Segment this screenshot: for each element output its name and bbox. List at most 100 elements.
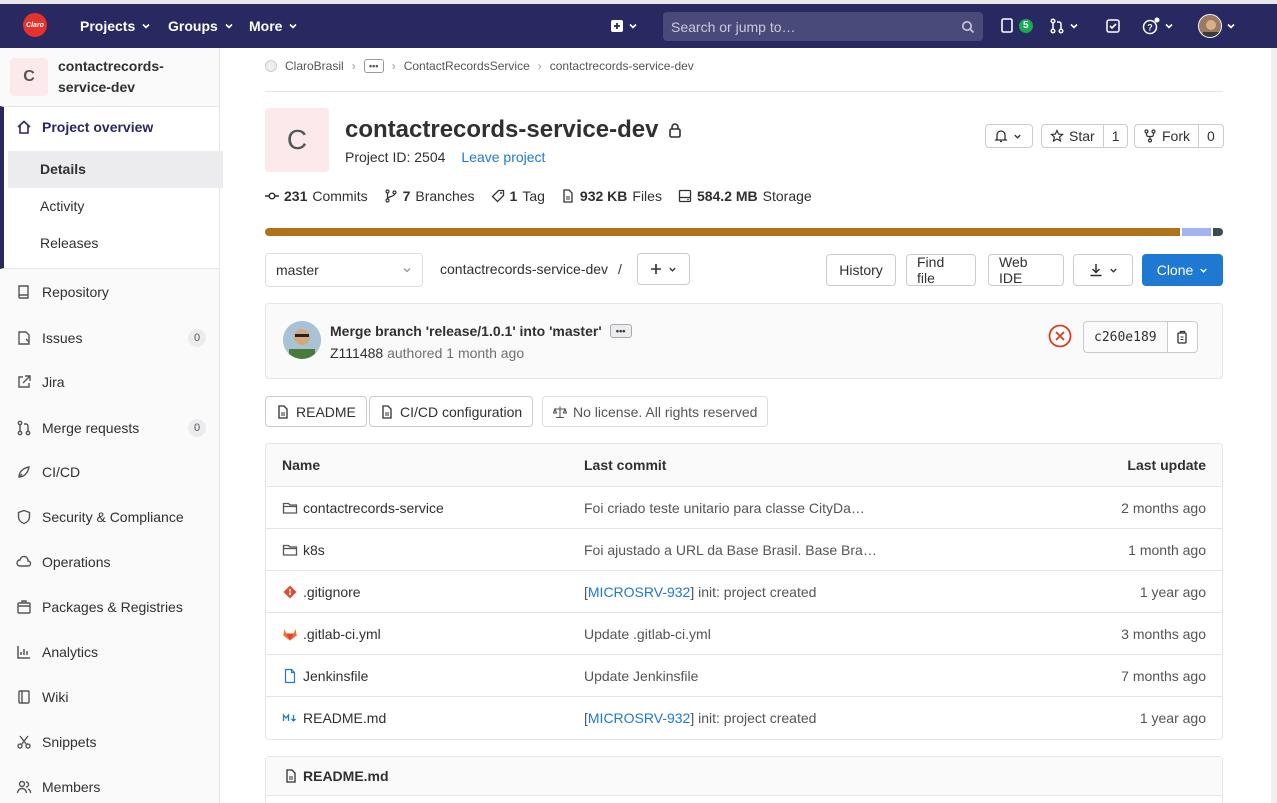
breadcrumb-subgroup[interactable]: ContactRecordsService (404, 59, 530, 73)
help-menu[interactable]: ? (1142, 4, 1174, 48)
todos-nav-button[interactable] (1106, 4, 1120, 48)
commit-author-avatar[interactable] (283, 321, 321, 359)
sidebar-item-analytics[interactable]: Analytics (16, 644, 206, 660)
breadcrumb-group[interactable]: ClaroBrasil (285, 59, 344, 73)
sidebar-item-jira[interactable]: Jira (16, 374, 206, 390)
file-name-link[interactable]: README.md (303, 710, 386, 726)
commit-issue-link[interactable]: MICROSRV-932 (588, 710, 690, 726)
user-menu[interactable] (1198, 4, 1236, 48)
sidebar-item-security[interactable]: Security & Compliance (16, 509, 206, 525)
sidebar-sub-releases[interactable]: Releases (40, 235, 98, 251)
find-file-button[interactable]: Find file (906, 254, 976, 286)
table-row: contactrecords-service Foi criado teste … (266, 487, 1222, 529)
sidebar-item-repository[interactable]: Repository (16, 284, 206, 300)
last-update-time: 1 year ago (1139, 710, 1206, 726)
notification-dropdown[interactable] (985, 124, 1033, 148)
language-segment[interactable] (265, 228, 1180, 236)
cicd-config-button[interactable]: CI/CD configuration (369, 396, 534, 427)
commit-message-link[interactable]: Foi criado teste unitario para classe Ci… (584, 500, 865, 516)
file-name-link[interactable]: .gitignore (303, 584, 361, 600)
groups-menu[interactable]: Groups (168, 4, 234, 48)
star-count[interactable]: 1 (1102, 125, 1128, 147)
projects-menu[interactable]: Projects (80, 4, 151, 48)
breadcrumb-ellipsis-button[interactable]: ••• (363, 59, 384, 73)
fork-count[interactable]: 0 (1198, 125, 1223, 147)
repo-path-root[interactable]: contactrecords-service-dev (440, 261, 608, 277)
commit-message-link[interactable]: ] init: project created (690, 584, 816, 600)
cloud-gear-icon (16, 555, 32, 567)
sidebar-item-merge-requests[interactable]: Merge requests 0 (16, 419, 206, 437)
commit-issue-link[interactable]: MICROSRV-932 (588, 584, 690, 600)
readme-title[interactable]: README.md (303, 768, 389, 784)
commits-stat[interactable]: 231 Commits (265, 188, 368, 204)
file-name-link[interactable]: contactrecords-service (303, 500, 444, 516)
branch-selector[interactable]: master (265, 253, 423, 287)
clone-dropdown-button[interactable]: Clone (1142, 254, 1223, 286)
branch-selector-value: master (276, 262, 319, 278)
new-item-dropdown[interactable] (610, 4, 638, 48)
sidebar-sub-activity[interactable]: Activity (40, 198, 84, 214)
license-button[interactable]: No license. All rights reserved (542, 396, 769, 427)
storage-stat[interactable]: 584.2 MB Storage (678, 188, 812, 204)
breadcrumb-separator: › (391, 59, 396, 73)
claro-logo-icon[interactable]: Claro (23, 13, 47, 37)
fork-button[interactable]: Fork 0 (1134, 124, 1224, 148)
sidebar-item-wiki[interactable]: Wiki (16, 689, 206, 705)
sidebar-item-label: Packages & Registries (42, 599, 183, 615)
sidebar-project-header[interactable]: C contactrecords-service-dev (10, 56, 188, 98)
commit-message-link[interactable]: ] init: project created (690, 710, 816, 726)
leave-project-link[interactable]: Leave project (461, 149, 545, 165)
issues-nav-button[interactable]: 5 (1001, 4, 1033, 48)
commit-message-link[interactable]: Foi ajustado a URL da Base Brasil. Base … (584, 542, 877, 558)
table-header: Name Last commit Last update (266, 444, 1222, 487)
chevron-down-icon (142, 23, 150, 29)
language-segment[interactable] (1179, 228, 1212, 236)
file-name-link[interactable]: k8s (303, 542, 325, 558)
commit-author-name[interactable]: Z111488 (330, 345, 383, 361)
last-update-time: 7 months ago (1121, 667, 1206, 684)
sidebar-item-operations[interactable]: Operations (16, 554, 206, 570)
project-id-row: Project ID: 2504 Leave project (345, 149, 545, 165)
search-input[interactable]: Search or jump to… (663, 12, 983, 41)
readme-button[interactable]: README (265, 396, 367, 427)
branches-stat[interactable]: 7 Branches (384, 188, 475, 204)
issues-count-badge: 0 (188, 329, 206, 347)
star-button[interactable]: Star 1 (1041, 124, 1129, 148)
sidebar-sub-details[interactable]: Details (40, 161, 86, 177)
merge-request-icon (17, 420, 31, 436)
commit-time: 1 month ago (446, 345, 525, 361)
sidebar-item-label: Operations (42, 554, 111, 570)
more-menu[interactable]: More (249, 4, 298, 48)
commit-message-link[interactable]: Update Jenkinsfile (584, 668, 698, 684)
sidebar-item-snippets[interactable]: Snippets (16, 734, 206, 750)
copy-sha-button[interactable] (1166, 322, 1197, 352)
pipeline-failed-icon[interactable] (1048, 324, 1072, 348)
commit-message-link[interactable]: Update .gitlab-ci.yml (584, 626, 711, 642)
sidebar-item-cicd[interactable]: CI/CD (16, 464, 206, 480)
add-to-tree-dropdown[interactable] (637, 253, 690, 285)
sidebar-item-project-overview[interactable]: Project overview (16, 119, 206, 135)
sidebar-item-label: CI/CD (42, 464, 81, 480)
commit-sha[interactable]: c260e189 (1084, 330, 1167, 345)
commit-title-link[interactable]: Merge branch 'release/1.0.1' into 'maste… (330, 323, 602, 339)
file-name-link[interactable]: Jenkinsfile (303, 668, 368, 684)
commit-description-toggle[interactable]: ••• (609, 324, 632, 338)
language-segment[interactable] (1211, 228, 1223, 236)
file-name-link[interactable]: .gitlab-ci.yml (303, 626, 381, 642)
sidebar-item-packages[interactable]: Packages & Registries (16, 599, 206, 615)
sidebar-item-issues[interactable]: Issues 0 (16, 329, 206, 347)
history-button[interactable]: History (826, 254, 896, 286)
download-dropdown[interactable] (1073, 254, 1133, 286)
page-scrollbar[interactable] (1271, 48, 1277, 803)
sidebar-item-members[interactable]: Members (16, 779, 206, 795)
web-ide-button[interactable]: Web IDE (988, 254, 1064, 286)
breadcrumb-project[interactable]: contactrecords-service-dev (550, 59, 694, 73)
chevron-down-icon (1200, 268, 1208, 273)
repository-languages-bar[interactable] (265, 228, 1223, 236)
files-stat[interactable]: 932 KB Files (561, 188, 662, 204)
branches-label: Branches (415, 188, 475, 204)
chevron-down-icon (629, 23, 637, 29)
merge-requests-nav-button[interactable] (1049, 4, 1079, 48)
tags-stat[interactable]: 1 Tag (491, 188, 545, 204)
license-label: No license. All rights reserved (573, 403, 758, 420)
